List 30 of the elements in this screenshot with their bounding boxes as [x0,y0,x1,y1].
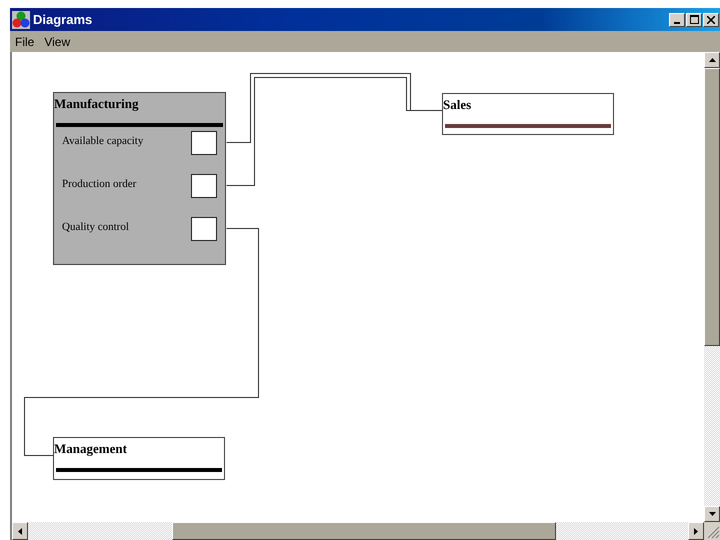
horizontal-scrollbar[interactable] [12,522,704,540]
field-label: Quality control [62,221,129,233]
entity-title: Management [54,441,127,457]
scroll-thumb[interactable] [172,522,556,540]
menu-item[interactable]: View [44,34,70,48]
maximize-button[interactable] [686,12,702,26]
field-label: Production order [62,178,136,190]
entity-box[interactable]: Management [53,437,225,480]
down-arrow-icon[interactable] [708,512,716,516]
maximize-icon [690,15,698,24]
left-arrow-icon[interactable] [18,528,22,534]
right-arrow-icon[interactable] [694,528,698,534]
entity-title: Sales [443,97,472,113]
app-icon [12,10,30,28]
up-arrow-icon[interactable] [708,58,716,62]
menu-item[interactable]: File [15,34,34,48]
close-icon [707,16,715,24]
entity-box[interactable]: Sales [442,93,614,135]
minimize-icon [674,22,680,24]
vertical-scrollbar[interactable] [704,52,720,522]
entity-box[interactable]: Manufacturing Available capacity Production order Quality control [53,92,226,265]
scroll-thumb[interactable] [704,68,720,346]
field-label: Available capacity [62,135,144,147]
entity-title: Manufacturing [54,96,138,112]
port-box[interactable] [191,217,217,241]
port-box[interactable] [191,131,217,155]
minimize-button[interactable] [669,12,685,26]
close-button[interactable] [703,12,719,26]
window-title: Diagrams [33,12,92,27]
port-box[interactable] [191,174,217,198]
